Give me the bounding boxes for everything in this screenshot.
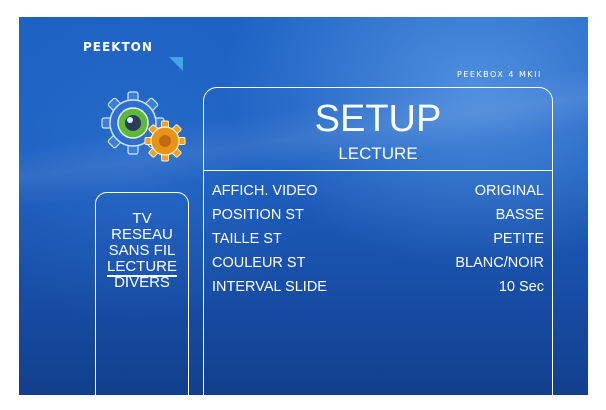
setting-label: COULEUR ST (212, 255, 306, 271)
setup-panel: SETUP LECTURE AFFICH. VIDEO ORIGINAL POS… (203, 87, 553, 395)
page-subtitle: LECTURE (338, 144, 418, 163)
setting-label: AFFICH. VIDEO (212, 183, 318, 199)
settings-list: AFFICH. VIDEO ORIGINAL POSITION ST BASSE… (212, 179, 544, 299)
setting-row-position-st[interactable]: POSITION ST BASSE (212, 203, 544, 227)
setting-row-affich-video[interactable]: AFFICH. VIDEO ORIGINAL (212, 179, 544, 203)
page-title: SETUP (314, 98, 442, 140)
model-name: PEEKBOX 4 MKII (457, 70, 542, 79)
setting-row-taille-st[interactable]: TAILLE ST PETITE (212, 227, 544, 251)
menu-item-divers[interactable]: DIVERS (96, 275, 188, 291)
setting-label: POSITION ST (212, 207, 304, 223)
setting-value: BASSE (495, 207, 544, 223)
tv-screen: PEEKTON PEEKBOX 4 MKII TV RESEAU SANS FI… (19, 17, 588, 395)
menu-item-tv[interactable]: TV (96, 211, 188, 227)
setting-value: PETITE (493, 231, 544, 247)
setting-label: TAILLE ST (212, 231, 282, 247)
setting-label: INTERVAL SLIDE (212, 279, 327, 295)
menu-panel: TV RESEAU SANS FIL LECTURE DIVERS (95, 192, 189, 395)
menu-item-reseau[interactable]: RESEAU (96, 227, 188, 243)
setting-value: BLANC/NOIR (455, 255, 544, 271)
brand-logo-accent (169, 57, 183, 71)
setting-value: ORIGINAL (474, 183, 544, 199)
menu-item-sans-fil[interactable]: SANS FIL (96, 243, 188, 259)
menu-item-lecture[interactable]: LECTURE (96, 258, 188, 277)
menu-list: TV RESEAU SANS FIL LECTURE DIVERS (96, 211, 188, 291)
setting-value: 10 Sec (498, 279, 544, 295)
setting-row-couleur-st[interactable]: COULEUR ST BLANC/NOIR (212, 251, 544, 275)
title-divider (203, 170, 553, 171)
gear-icon (101, 91, 186, 162)
brand-logo: PEEKTON (83, 40, 153, 54)
setting-row-interval-slide[interactable]: INTERVAL SLIDE 10 Sec (212, 275, 544, 299)
